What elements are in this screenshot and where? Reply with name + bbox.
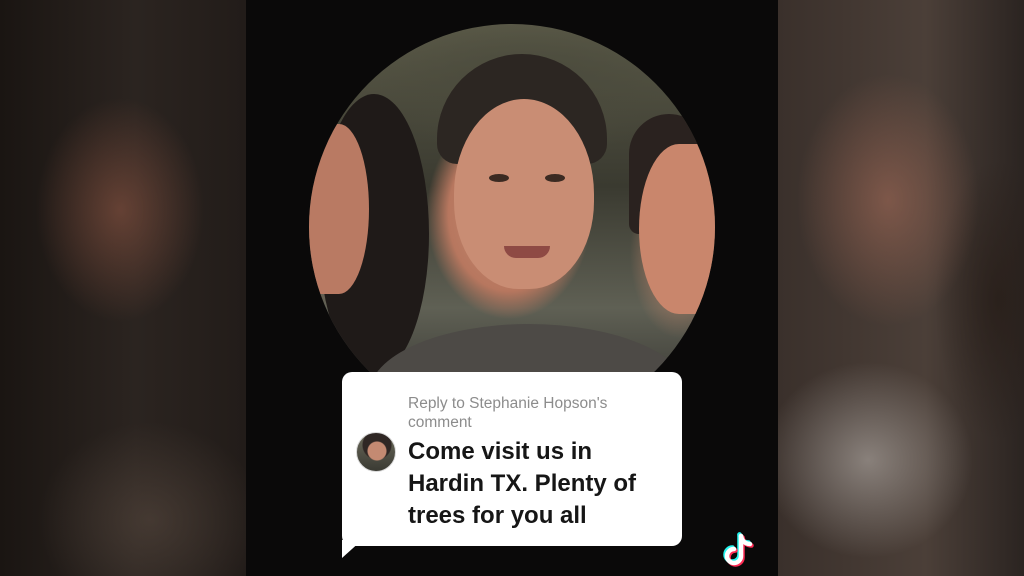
photo-eye-right xyxy=(545,174,565,182)
tiktok-icon xyxy=(723,532,754,567)
photo-smile xyxy=(504,246,550,258)
photo-face-right xyxy=(639,144,715,314)
photo-face-center xyxy=(454,99,594,289)
photo-eye-left xyxy=(489,174,509,182)
profile-photo xyxy=(309,24,715,430)
reply-comment-text: Come visit us in Hardin TX. Plenty of tr… xyxy=(408,438,637,529)
reply-comment-bubble[interactable]: Reply to Stephanie Hopson's comment Come… xyxy=(342,372,682,546)
video-frame: Reply to Stephanie Hopson's comment Come… xyxy=(246,0,778,576)
photo-face-left xyxy=(309,124,369,294)
reply-header: Reply to Stephanie Hopson's comment xyxy=(408,395,608,431)
avatar[interactable] xyxy=(356,432,396,472)
blurred-background-right xyxy=(778,0,1024,576)
bubble-tail xyxy=(342,540,362,558)
blurred-background-left xyxy=(0,0,246,576)
